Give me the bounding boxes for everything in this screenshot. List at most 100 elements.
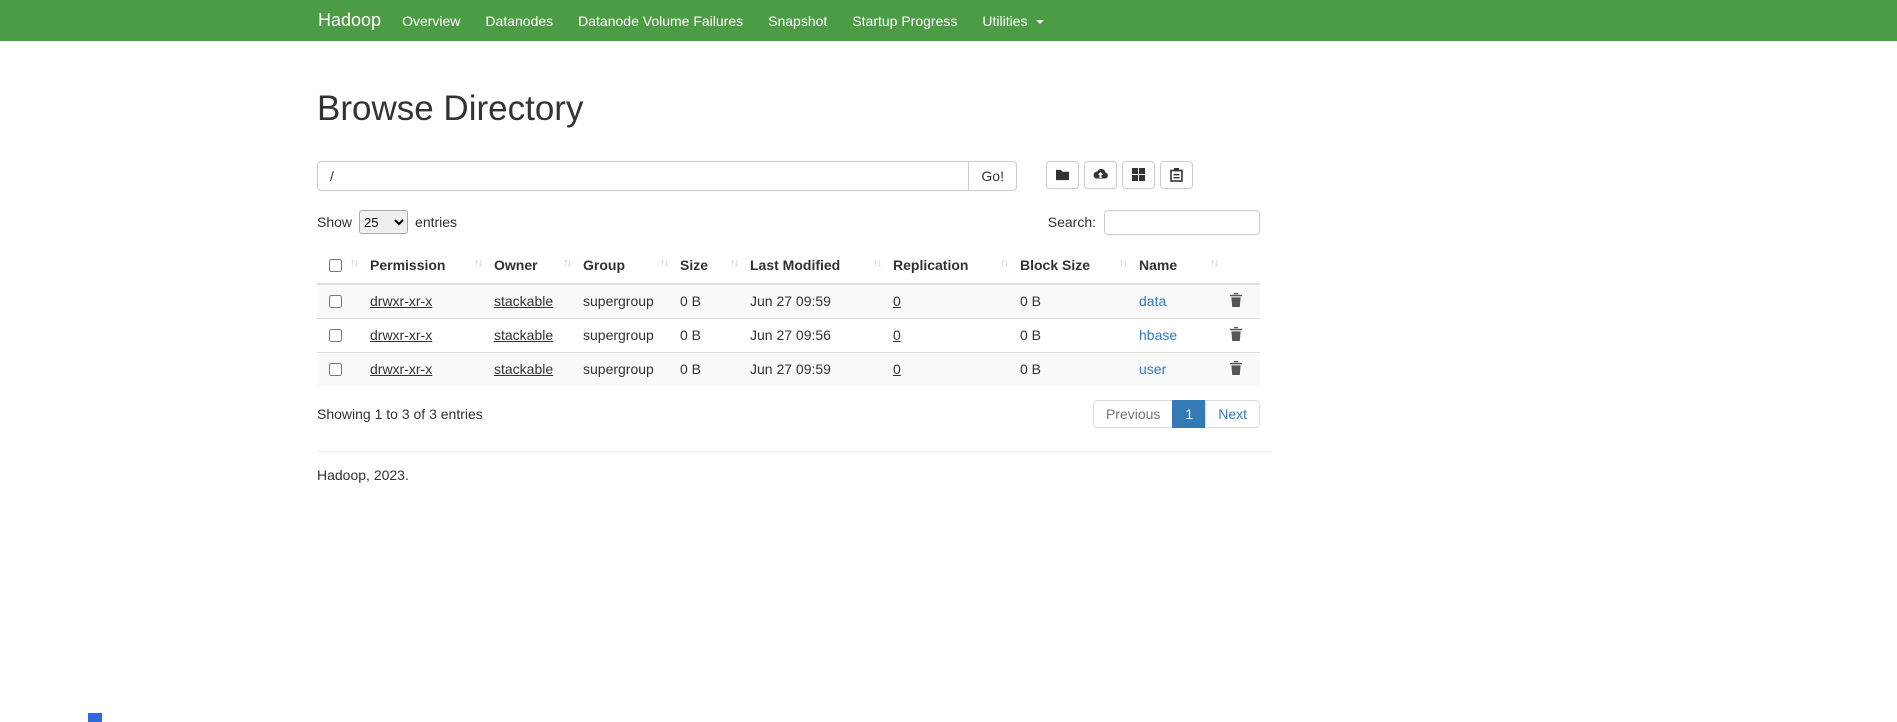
screen-artifact — [88, 713, 102, 722]
sort-icon: ↑↓ — [563, 257, 570, 269]
group-value: supergroup — [583, 327, 654, 343]
search-input[interactable] — [1104, 210, 1260, 235]
owner-value[interactable]: stackable — [494, 327, 553, 343]
pagination-previous[interactable]: Previous — [1093, 400, 1173, 428]
header-size[interactable]: Size ↑↓ — [672, 248, 742, 284]
header-delete — [1222, 248, 1260, 284]
table-header-row: ↑↓ Permission ↑↓ Owner ↑↓ Group ↑↓ Size … — [317, 248, 1260, 284]
replication-value[interactable]: 0 — [893, 361, 901, 377]
row-checkbox[interactable] — [329, 295, 342, 308]
trash-icon — [1230, 361, 1242, 375]
show-entries-control: Show 25 entries — [317, 210, 457, 234]
header-last-modified[interactable]: Last Modified ↑↓ — [742, 248, 885, 284]
path-input[interactable] — [317, 161, 969, 191]
size-value: 0 B — [680, 327, 701, 343]
header-name[interactable]: Name ↑↓ — [1131, 248, 1222, 284]
path-input-group: Go! — [317, 161, 1017, 191]
nav-utilities-dropdown[interactable]: Utilities — [970, 13, 1056, 29]
header-replication[interactable]: Replication ↑↓ — [885, 248, 1012, 284]
sort-icon: ↑↓ — [474, 257, 481, 269]
table-row: drwxr-xr-x stackable supergroup 0 B Jun … — [317, 318, 1260, 352]
table-footer: Showing 1 to 3 of 3 entries Previous 1 N… — [317, 400, 1260, 428]
header-block-size[interactable]: Block Size ↑↓ — [1012, 248, 1131, 284]
table-controls: Show 25 entries Search: — [317, 210, 1260, 235]
show-label: Show — [317, 214, 352, 230]
sort-icon: ↑↓ — [1000, 257, 1007, 269]
header-owner[interactable]: Owner ↑↓ — [486, 248, 575, 284]
delete-button[interactable] — [1230, 293, 1242, 307]
explorer-toolbar — [1046, 161, 1193, 189]
select-all-checkbox[interactable] — [329, 259, 342, 272]
search-control: Search: — [1048, 210, 1260, 235]
delete-button[interactable] — [1230, 361, 1242, 375]
owner-value[interactable]: stackable — [494, 361, 553, 377]
upload-file-button[interactable] — [1084, 161, 1117, 189]
sort-icon: ↑↓ — [730, 257, 737, 269]
table-row: drwxr-xr-x stackable supergroup 0 B Jun … — [317, 352, 1260, 386]
last-modified-value: Jun 27 09:56 — [750, 327, 831, 343]
header-permission[interactable]: Permission ↑↓ — [362, 248, 486, 284]
block-size-value: 0 B — [1020, 327, 1041, 343]
sort-icon: ↑↓ — [660, 257, 667, 269]
directory-table: ↑↓ Permission ↑↓ Owner ↑↓ Group ↑↓ Size … — [317, 248, 1260, 386]
sort-icon: ↑↓ — [1119, 257, 1126, 269]
nav-snapshot[interactable]: Snapshot — [756, 13, 839, 29]
group-value: supergroup — [583, 293, 654, 309]
replication-value[interactable]: 0 — [893, 327, 901, 343]
last-modified-value: Jun 27 09:59 — [750, 361, 831, 377]
search-label: Search: — [1048, 214, 1096, 230]
delete-button[interactable] — [1230, 327, 1242, 341]
table-row: drwxr-xr-x stackable supergroup 0 B Jun … — [317, 284, 1260, 319]
owner-value[interactable]: stackable — [494, 293, 553, 309]
nav-startup-progress[interactable]: Startup Progress — [840, 13, 969, 29]
folder-icon — [1055, 168, 1070, 181]
sort-icon: ↑↓ — [873, 257, 880, 269]
grid-icon — [1132, 168, 1145, 181]
size-value: 0 B — [680, 361, 701, 377]
footer-text: Hadoop, 2023. — [317, 467, 1260, 483]
table-summary: Showing 1 to 3 of 3 entries — [317, 406, 483, 422]
entries-label: entries — [415, 214, 457, 230]
page-size-select[interactable]: 25 — [359, 210, 408, 234]
cloud-upload-icon — [1092, 168, 1109, 181]
header-group[interactable]: Group ↑↓ — [575, 248, 672, 284]
replication-value[interactable]: 0 — [893, 293, 901, 309]
directory-link[interactable]: hbase — [1139, 327, 1177, 343]
page-title: Browse Directory — [317, 91, 1260, 128]
nav-datanodes[interactable]: Datanodes — [473, 13, 565, 29]
navbar-brand[interactable]: Hadoop — [318, 10, 381, 31]
directory-link[interactable]: user — [1139, 361, 1166, 377]
grid-view-button[interactable] — [1122, 161, 1155, 189]
main-content: Browse Directory Go! Show 25 — [317, 91, 1260, 483]
block-size-value: 0 B — [1020, 361, 1041, 377]
footer-divider — [317, 451, 1272, 452]
row-checkbox[interactable] — [329, 363, 342, 376]
directory-link[interactable]: data — [1139, 293, 1166, 309]
top-navbar: Hadoop Overview Datanodes Datanode Volum… — [0, 0, 1897, 41]
nav-datanode-volume-failures[interactable]: Datanode Volume Failures — [566, 13, 755, 29]
sort-icon: ↑↓ — [1210, 257, 1217, 269]
nav-overview[interactable]: Overview — [390, 13, 472, 29]
pagination-next[interactable]: Next — [1206, 400, 1260, 428]
permission-value[interactable]: drwxr-xr-x — [370, 293, 432, 309]
block-size-value: 0 B — [1020, 293, 1041, 309]
go-button[interactable]: Go! — [968, 161, 1017, 191]
trash-icon — [1230, 327, 1242, 341]
pagination-page-1[interactable]: 1 — [1173, 400, 1206, 428]
header-select-all[interactable]: ↑↓ — [317, 248, 362, 284]
permission-value[interactable]: drwxr-xr-x — [370, 361, 432, 377]
permission-value[interactable]: drwxr-xr-x — [370, 327, 432, 343]
path-bar: Go! — [317, 161, 1260, 191]
paste-icon — [1170, 168, 1183, 182]
nav-utilities-label: Utilities — [982, 13, 1027, 29]
row-checkbox[interactable] — [329, 329, 342, 342]
last-modified-value: Jun 27 09:59 — [750, 293, 831, 309]
size-value: 0 B — [680, 293, 701, 309]
group-value: supergroup — [583, 361, 654, 377]
trash-icon — [1230, 293, 1242, 307]
pagination: Previous 1 Next — [1093, 400, 1260, 428]
sort-icon: ↑↓ — [350, 257, 357, 269]
create-directory-button[interactable] — [1046, 161, 1079, 189]
chevron-down-icon — [1036, 20, 1044, 24]
paste-button[interactable] — [1160, 161, 1193, 189]
